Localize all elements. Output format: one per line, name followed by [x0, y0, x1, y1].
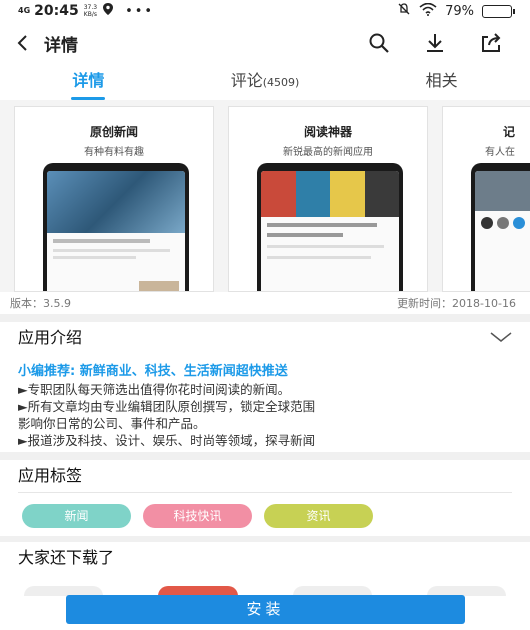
share-button[interactable] — [478, 30, 504, 56]
app-header: 详情 — [0, 22, 530, 64]
app-tags-section: 应用标签 新闻 科技快讯 资讯 — [0, 460, 530, 536]
app-intro-header[interactable]: 应用介绍 — [0, 322, 530, 354]
screenshot-title: 阅读神器 — [303, 125, 352, 139]
status-bar: 4G 20:45 37.3 KB/s ••• 79% — [0, 0, 530, 22]
screenshot-carousel[interactable]: 原创新闻 有种有料有趣 阅读神器 新锐最高的新闻应用 记 有人在 — [0, 100, 530, 292]
mute-icon — [397, 2, 411, 20]
screenshot-subtitle: 有人在 — [485, 147, 515, 158]
download-icon — [427, 34, 443, 52]
chevron-left-icon — [17, 35, 27, 51]
description-line: ►报道涉及科技、设计、娱乐、时尚等领域，探寻新闻 — [18, 433, 316, 448]
screenshot-title: 原创新闻 — [89, 125, 138, 139]
tag-news[interactable]: 新闻 — [22, 504, 131, 528]
screenshot-image — [261, 171, 399, 217]
network-speed: 37.3 KB/s — [83, 4, 98, 18]
tab-comments[interactable]: 评论(4509) — [177, 64, 354, 100]
search-icon — [369, 33, 389, 53]
tag-info[interactable]: 资讯 — [264, 504, 373, 528]
description-line: ►专职团队每天筛选出值得你花时间阅读的新闻。 — [18, 382, 291, 397]
version-label: 版本：3.5.9 — [10, 297, 71, 310]
screenshot-image — [47, 171, 185, 233]
screenshot-title: 记 — [503, 125, 516, 139]
phone-mockup — [43, 163, 189, 291]
share-icon — [482, 33, 501, 52]
screenshot-image — [475, 171, 530, 211]
phone-mockup — [257, 163, 403, 291]
tag-tech-flash[interactable]: 科技快讯 — [143, 504, 252, 528]
section-title: 大家还下载了 — [18, 548, 115, 567]
description-line: 影响你日常的公司、事件和产品。 — [18, 416, 206, 431]
screenshot-subtitle: 新锐最高的新闻应用 — [283, 147, 373, 158]
app-intro-section: 应用介绍 小编推荐: 新鲜商业、科技、生活新闻超快推送 ►专职团队每天筛选出值得… — [0, 322, 530, 452]
section-title: 应用介绍 — [18, 328, 83, 347]
tab-related[interactable]: 相关 — [353, 64, 530, 100]
network-type: 4G — [18, 6, 31, 15]
tag-list: 新闻 科技快讯 资讯 — [0, 493, 530, 539]
chevron-down-icon[interactable] — [490, 327, 512, 349]
wifi-icon — [419, 2, 437, 20]
battery-icon — [482, 4, 515, 18]
location-icon — [103, 3, 114, 19]
search-button[interactable] — [366, 30, 392, 56]
page-title: 详情 — [44, 35, 78, 56]
phone-mockup — [471, 163, 530, 291]
screenshot-subtitle: 有种有料有趣 — [84, 147, 144, 158]
more-notifications-icon: ••• — [125, 3, 155, 19]
comment-count: (4509) — [262, 76, 300, 89]
update-date: 更新时间：2018-10-16 — [397, 297, 516, 310]
download-button[interactable] — [422, 30, 448, 56]
app-screenshot[interactable]: 阅读神器 新锐最高的新闻应用 — [228, 106, 428, 292]
description-line: ►所有文章均由专业编辑团队原创撰写，锁定全球范围 — [18, 399, 316, 414]
tab-bar: 详情 评论(4509) 相关 — [0, 64, 530, 100]
app-list — [0, 574, 530, 596]
battery-percent: 79% — [445, 3, 474, 19]
tab-details[interactable]: 详情 — [0, 64, 177, 100]
back-button[interactable] — [0, 22, 44, 64]
section-title: 应用标签 — [18, 466, 83, 485]
install-button[interactable]: 安装 — [66, 595, 465, 624]
app-screenshot[interactable]: 记 有人在 — [442, 106, 530, 292]
app-screenshot[interactable]: 原创新闻 有种有料有趣 — [14, 106, 214, 292]
status-time: 20:45 — [34, 3, 79, 19]
editor-recommendation: 小编推荐: 新鲜商业、科技、生活新闻超快推送 — [18, 364, 288, 379]
version-info: 版本：3.5.9 更新时间：2018-10-16 — [0, 292, 530, 314]
